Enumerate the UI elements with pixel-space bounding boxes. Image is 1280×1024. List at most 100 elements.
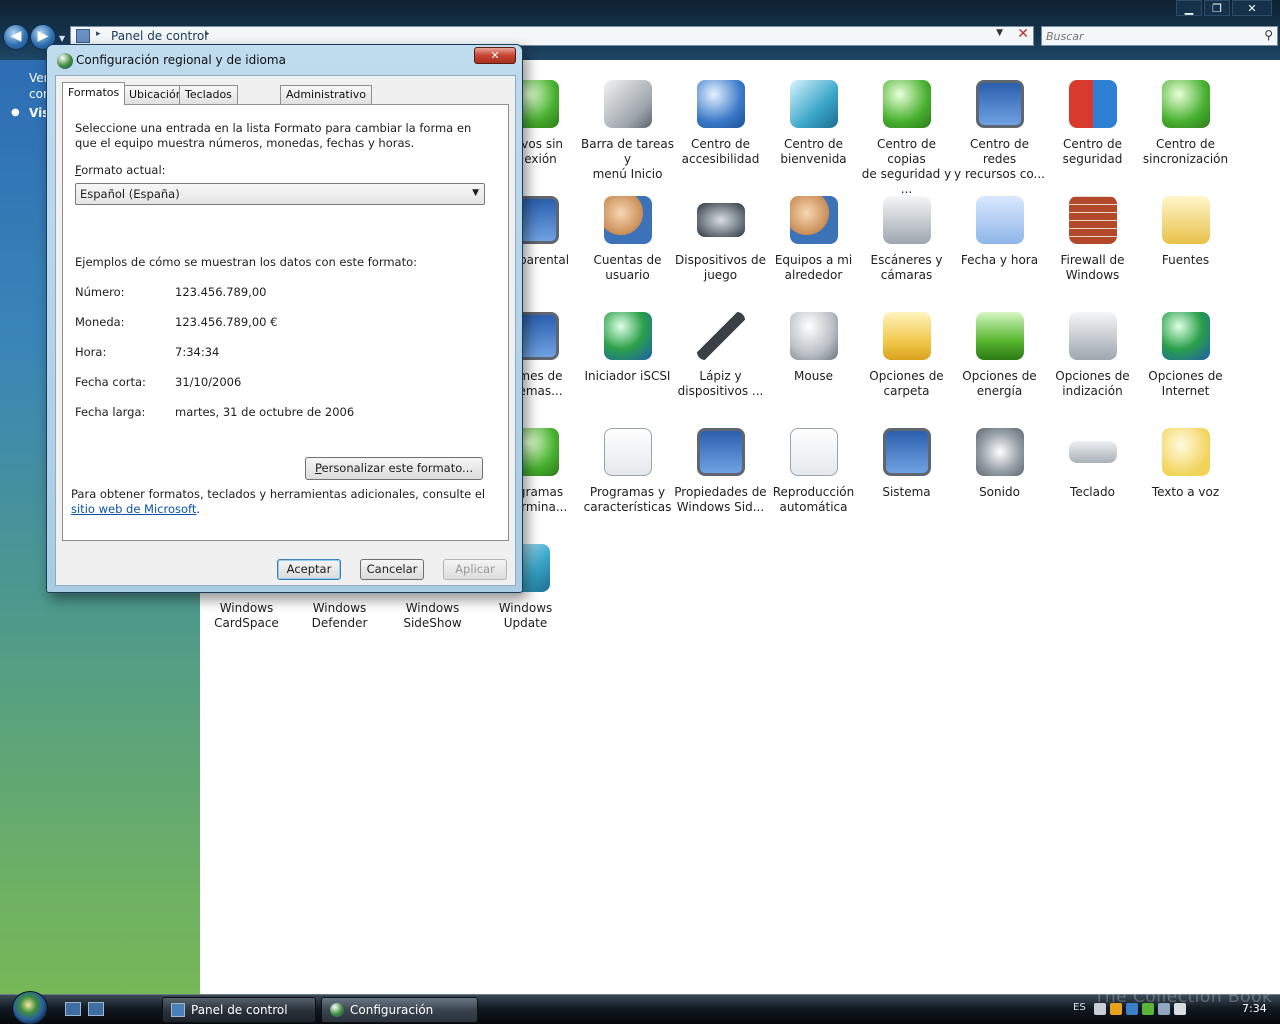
search-box[interactable]: ⚲ — [1041, 26, 1278, 46]
control-panel-item-label: Reproducción automática — [772, 485, 855, 514]
control-panel-item[interactable]: Centro de copias de seguridad y ... — [860, 60, 953, 196]
control-panel-item-label: Cuentas de usuario — [593, 253, 662, 282]
taskbar-button-control-panel[interactable]: Panel de control — [162, 997, 316, 1023]
taskbar-icon — [603, 80, 652, 128]
minimize-button[interactable]: ▁ — [1176, 0, 1202, 16]
firewall-icon — [1068, 196, 1117, 244]
example-value: 7:34:34 — [175, 345, 220, 359]
breadcrumb-separator-icon[interactable]: ▸ — [205, 29, 210, 39]
stop-icon[interactable]: ✕ — [1017, 26, 1029, 42]
control-panel-item-label: Centro de accesibilidad — [681, 137, 760, 166]
network-icon[interactable] — [1126, 1003, 1138, 1015]
control-panel-item[interactable]: Centro de seguridad — [1046, 60, 1139, 172]
security-shield-icon — [1068, 80, 1117, 128]
dialog-close-button[interactable]: ✕ — [474, 47, 516, 64]
control-panel-item-label: Opciones de carpeta — [869, 369, 944, 398]
control-panel-item[interactable]: Centro de bienvenida — [767, 60, 860, 172]
control-panel-item[interactable]: Sistema — [860, 408, 953, 520]
tab-teclados-idiomas[interactable]: Teclados e idiomas — [179, 85, 238, 135]
ok-button[interactable]: Aceptar — [277, 559, 341, 580]
security-icon[interactable] — [1142, 1003, 1154, 1015]
gamepad-icon — [696, 203, 745, 237]
mouse-icon — [789, 312, 838, 360]
control-panel-item[interactable]: Teclado — [1046, 408, 1139, 520]
tab-administrativo[interactable]: Administrativo — [280, 85, 373, 104]
format-select-value: Español (España) — [80, 187, 180, 201]
customize-format-button[interactable]: Personalizar este formato... — [305, 457, 483, 480]
control-panel-item[interactable]: Barra de tareas y menú Inicio — [581, 60, 674, 181]
control-panel-item[interactable]: Dispositivos de juego — [674, 176, 767, 288]
intro-text: Seleccione una entrada en la lista Forma… — [75, 121, 472, 150]
control-panel-item-label: Fuentes — [1161, 253, 1210, 267]
control-panel-item-label: Equipos a mi alrededor — [774, 253, 853, 282]
format-select[interactable]: Español (España) ▼ — [75, 183, 485, 205]
backup-icon — [882, 80, 931, 128]
control-panel-item[interactable]: Opciones de Internet — [1139, 292, 1232, 404]
start-button[interactable] — [12, 991, 48, 1024]
warning-icon[interactable] — [1110, 1003, 1122, 1015]
control-panel-item[interactable]: Cuentas de usuario — [581, 176, 674, 288]
search-input[interactable] — [1042, 27, 1242, 45]
tab-formatos[interactable]: Formatos — [62, 82, 126, 105]
connection-icon[interactable] — [1158, 1003, 1170, 1015]
control-panel-item[interactable]: Equipos a mi alrededor — [767, 176, 860, 288]
control-panel-item-label: Programas y características — [583, 485, 672, 514]
sidebar-monitor-icon — [696, 428, 745, 476]
example-label: Hora: — [75, 345, 107, 359]
breadcrumb-separator-icon[interactable]: ▸ — [96, 29, 101, 39]
control-panel-item[interactable]: Opciones de carpeta — [860, 292, 953, 404]
breadcrumb-control-panel[interactable]: Panel de control — [111, 29, 208, 43]
control-panel-item[interactable]: Texto a voz — [1139, 408, 1232, 520]
maximize-button[interactable]: ❐ — [1204, 0, 1230, 16]
footer-text-body: Para obtener formatos, teclados y herram… — [71, 487, 486, 501]
apply-button[interactable]: Aplicar — [443, 559, 507, 580]
recent-pages-chevron-icon[interactable]: ▼ — [59, 34, 65, 43]
internet-globe-icon — [1161, 312, 1210, 360]
control-panel-item[interactable]: Opciones de energía — [953, 292, 1046, 404]
search-icon[interactable]: ⚲ — [1264, 28, 1273, 42]
control-panel-item[interactable]: Centro de accesibilidad — [674, 60, 767, 172]
cancel-button[interactable]: Cancelar — [360, 559, 424, 580]
taskbar-button-regional-settings[interactable]: Configuración regio... — [321, 997, 478, 1023]
language-indicator[interactable]: ES — [1073, 1002, 1086, 1013]
control-panel-item-label: Firewall de Windows — [1060, 253, 1125, 282]
show-desktop-icon[interactable] — [65, 1002, 81, 1016]
control-panel-item[interactable]: Escáneres y cámaras — [860, 176, 953, 288]
address-dropdown-icon[interactable]: ▼ — [996, 28, 1003, 38]
sync-icon — [1161, 80, 1210, 128]
control-panel-item-label: Opciones de indización — [1055, 369, 1130, 398]
back-button[interactable]: ◀ — [3, 24, 29, 50]
control-panel-item[interactable]: Reproducción automática — [767, 408, 860, 520]
pen-icon — [696, 312, 745, 360]
control-panel-item[interactable]: Firewall de Windows — [1046, 176, 1139, 288]
dialog-title: Configuración regional y de idioma — [76, 53, 286, 67]
close-window-button[interactable]: ✕ — [1232, 0, 1272, 16]
fonts-folder-icon — [1161, 196, 1210, 244]
control-panel-item-label: Propiedades de Windows Sid... — [674, 485, 767, 514]
control-panel-item[interactable]: Mouse — [767, 292, 860, 404]
control-panel-item[interactable]: Fuentes — [1139, 176, 1232, 288]
chevron-down-icon: ▼ — [472, 188, 479, 198]
control-panel-item[interactable]: Centro de sincronización — [1139, 60, 1232, 172]
current-format-label-text: ormato actual: — [81, 163, 166, 177]
control-panel-item[interactable]: Lápiz y dispositivos ... — [674, 292, 767, 404]
control-panel-item[interactable]: Iniciador iSCSI — [581, 292, 674, 404]
control-panel-item[interactable]: Propiedades de Windows Sid... — [674, 408, 767, 520]
taskbar-button-label: Panel de control — [191, 1003, 288, 1017]
control-panel-item[interactable]: Centro de redes y recursos co... — [953, 60, 1046, 181]
control-panel-item[interactable]: Sonido — [953, 408, 1046, 520]
control-panel-item[interactable]: Opciones de indización — [1046, 292, 1139, 404]
control-panel-item[interactable]: Fecha y hora — [953, 176, 1046, 288]
microsoft-website-link[interactable]: sitio web de Microsoft — [71, 502, 196, 516]
switch-windows-icon[interactable] — [88, 1002, 104, 1016]
control-panel-item-label: Mouse — [794, 369, 833, 383]
clock[interactable]: 7:34 — [1242, 1002, 1267, 1015]
address-bar[interactable]: ▸ Panel de control ▸ ▼ ✕ — [70, 26, 1034, 46]
example-value: 123.456.789,00 — [175, 285, 267, 299]
volume-icon[interactable] — [1174, 1003, 1186, 1015]
taskbar-button-label: Configuración regio... — [350, 1003, 434, 1017]
example-label: Fecha larga: — [75, 405, 146, 419]
control-panel-item[interactable]: Programas y características — [581, 408, 674, 520]
welcome-icon — [789, 80, 838, 128]
keyboard-icon[interactable] — [1094, 1003, 1106, 1015]
